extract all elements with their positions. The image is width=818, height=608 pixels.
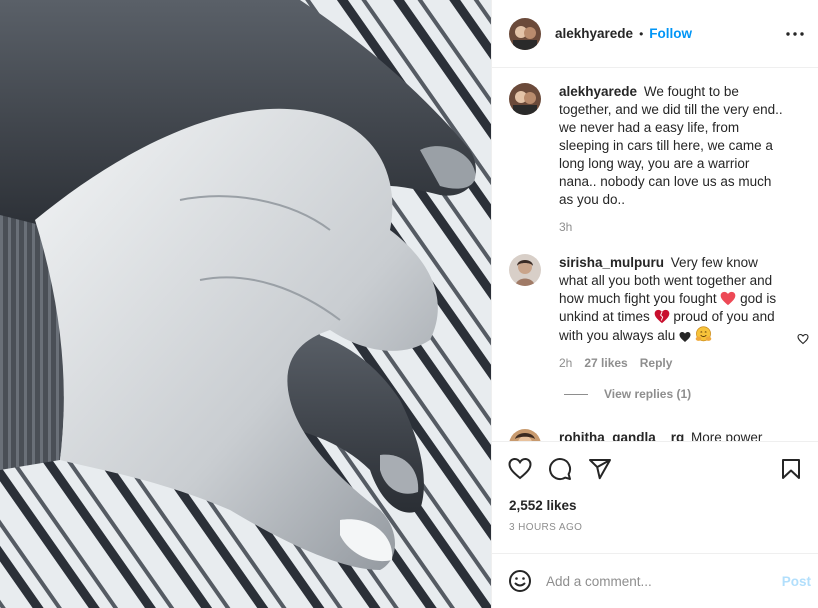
save-bookmark-icon[interactable] — [779, 457, 803, 481]
comment-row: sirisha_mulpuru Very few know what all y… — [509, 254, 809, 372]
author-username[interactable]: alekhyarede — [555, 26, 633, 41]
comment-body: sirisha_mulpuru Very few know what all y… — [559, 254, 789, 372]
more-options-icon[interactable] — [783, 22, 807, 46]
caption-row: alekhyarede We fought to be together, an… — [509, 83, 809, 236]
comment-row: rohitha_gandla__rg More power — [509, 429, 809, 441]
caption-meta: 3h — [559, 218, 789, 236]
post-header: alekhyarede • Follow — [492, 0, 818, 68]
caption-body: alekhyarede We fought to be together, an… — [559, 83, 789, 236]
commenter-avatar[interactable] — [509, 429, 541, 441]
caption-text: We fought to be together, and we did til… — [559, 84, 783, 207]
author-avatar[interactable] — [509, 17, 541, 50]
broken-heart-emoji-icon — [654, 309, 669, 324]
instagram-post-view: alekhyarede • Follow alekhyarede We foug… — [0, 0, 818, 608]
comment-text: More power — [691, 430, 763, 441]
black-heart-emoji-icon — [679, 332, 691, 342]
like-comment-heart-icon[interactable] — [797, 333, 811, 347]
comment-body: rohitha_gandla__rg More power — [559, 429, 789, 441]
view-replies-label: View replies (1) — [604, 387, 692, 401]
caption-username[interactable]: alekhyarede — [559, 84, 637, 99]
red-heart-emoji-icon — [721, 291, 736, 306]
caption-time[interactable]: 3h — [559, 218, 572, 236]
hugging-face-emoji-icon — [695, 326, 712, 342]
reply-button[interactable]: Reply — [640, 354, 673, 372]
commenter-avatar[interactable] — [509, 254, 541, 286]
comment-username[interactable]: rohitha_gandla__rg — [559, 430, 684, 441]
post-details-panel: alekhyarede • Follow alekhyarede We foug… — [491, 0, 818, 608]
action-icons — [508, 457, 612, 481]
likes-count[interactable]: 2,552 likes — [509, 498, 577, 513]
caption-avatar[interactable] — [509, 83, 541, 115]
comment-meta: 2h 27 likes Reply — [559, 354, 789, 372]
emoji-smiley-icon[interactable] — [508, 569, 532, 593]
follow-button[interactable]: Follow — [649, 26, 692, 41]
comment-username[interactable]: sirisha_mulpuru — [559, 255, 664, 270]
add-comment-input[interactable] — [546, 573, 764, 589]
header-separator: • — [639, 26, 644, 41]
view-replies-button[interactable]: View replies (1) — [564, 387, 691, 401]
add-comment-bar: Post — [492, 553, 818, 608]
comment-bubble-icon[interactable] — [548, 457, 572, 481]
post-timestamp: 3 HOURS AGO — [509, 522, 583, 533]
share-paper-plane-icon[interactable] — [588, 457, 612, 481]
like-heart-icon[interactable] — [508, 457, 532, 481]
view-replies-line — [564, 393, 588, 395]
post-actions: 2,552 likes 3 HOURS AGO — [492, 441, 818, 553]
comment-time[interactable]: 2h — [559, 354, 572, 372]
comment-likes[interactable]: 27 likes — [584, 354, 627, 372]
post-comment-button[interactable]: Post — [782, 574, 811, 589]
hands-photo-illustration — [0, 0, 491, 608]
post-photo[interactable] — [0, 0, 491, 608]
comments-list[interactable]: alekhyarede We fought to be together, an… — [492, 69, 818, 441]
